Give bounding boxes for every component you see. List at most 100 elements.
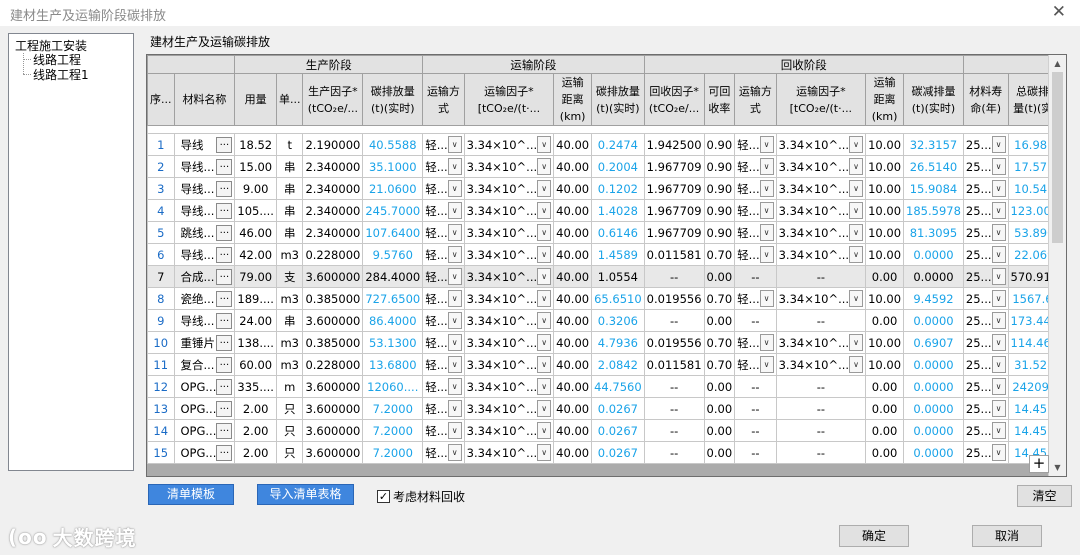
material-life-select[interactable]: 25... ∨ xyxy=(962,375,1009,398)
production-factor-cell[interactable]: 3.600000 xyxy=(302,441,364,464)
material-name-cell[interactable]: 导线...... xyxy=(173,177,236,200)
chevron-down-icon[interactable]: ∨ xyxy=(849,136,864,153)
material-life-select[interactable]: 25... ∨ xyxy=(962,419,1009,442)
recycle-transport-factor-select[interactable]: 3.34×10^... ∨ xyxy=(775,287,867,310)
row-seq[interactable]: 15 xyxy=(147,441,175,464)
recycle-transport-factor-select[interactable]: -- xyxy=(775,441,867,464)
quantity-cell[interactable]: 2.00 xyxy=(234,441,277,464)
production-emission-cell[interactable]: 9.5760 xyxy=(362,243,424,266)
production-factor-cell[interactable]: 0.385000 xyxy=(302,287,364,310)
transport-distance-cell[interactable]: 40.00 xyxy=(553,331,593,354)
scrollbar-thumb[interactable] xyxy=(1052,72,1063,243)
quantity-cell[interactable]: 15.00 xyxy=(234,155,277,178)
production-factor-cell[interactable]: 3.600000 xyxy=(302,265,364,288)
material-name-cell[interactable]: 导线...... xyxy=(173,199,236,222)
ellipsis-icon[interactable]: ... xyxy=(216,290,233,307)
chevron-down-icon[interactable]: ∨ xyxy=(991,268,1006,285)
chevron-down-icon[interactable]: ∨ xyxy=(447,136,462,153)
recycle-transport-factor-select[interactable]: 3.34×10^... ∨ xyxy=(775,199,867,222)
transport-distance-cell[interactable]: 40.00 xyxy=(553,243,593,266)
table-row[interactable]: 4 导线...... 105.... 串 2.340000 245.7000 轻... ∨ 3.… xyxy=(147,199,1066,222)
recycle-transport-factor-select[interactable]: -- xyxy=(775,397,867,420)
material-life-select[interactable]: 25... ∨ xyxy=(962,155,1009,178)
col-header-transport-factor[interactable]: 运输因子*[tCO₂e/(t·... xyxy=(463,73,555,126)
transport-mode-select[interactable]: 轻... ∨ xyxy=(422,243,465,266)
recycle-checkbox[interactable]: ✓ xyxy=(377,490,390,503)
vertical-scrollbar[interactable]: ▲ ▼ xyxy=(1048,55,1066,476)
production-emission-cell[interactable]: 727.6500 xyxy=(362,287,424,310)
transport-factor-select[interactable]: 3.34×10^... ∨ xyxy=(463,309,555,332)
chevron-down-icon[interactable]: ∨ xyxy=(537,312,552,329)
transport-mode-select[interactable]: 轻... ∨ xyxy=(422,265,465,288)
recycle-factor-cell[interactable]: 1.967709 xyxy=(643,221,705,244)
chevron-down-icon[interactable]: ∨ xyxy=(991,202,1006,219)
transport-emission-cell[interactable]: 0.2004 xyxy=(591,155,645,178)
chevron-down-icon[interactable]: ∨ xyxy=(537,246,552,263)
chevron-down-icon[interactable]: ∨ xyxy=(537,224,552,241)
scroll-up-icon[interactable]: ▲ xyxy=(1049,55,1066,72)
chevron-down-icon[interactable]: ∨ xyxy=(991,246,1006,263)
table-row[interactable]: 10 重锤片... 138.... m3 0.385000 53.1300 轻... ∨ 3.3… xyxy=(147,331,1066,354)
recycle-transport-mode-select[interactable]: -- xyxy=(734,309,777,332)
col-header-recycle-transport-mode[interactable]: 运输方式 xyxy=(734,73,777,126)
material-life-select[interactable]: 25... ∨ xyxy=(962,221,1009,244)
recycle-factor-cell[interactable]: -- xyxy=(643,397,705,420)
material-name-cell[interactable]: 瓷绝...... xyxy=(173,287,236,310)
emission-reduction-cell[interactable]: 0.0000 xyxy=(903,397,964,420)
recycle-transport-factor-select[interactable]: 3.34×10^... ∨ xyxy=(775,243,867,266)
recycle-transport-mode-select[interactable]: 轻... ∨ xyxy=(734,177,777,200)
recycle-transport-mode-select[interactable]: 轻... ∨ xyxy=(734,243,777,266)
production-emission-cell[interactable]: 284.4000 xyxy=(362,265,424,288)
unit-cell[interactable]: 只 xyxy=(275,441,304,464)
production-emission-cell[interactable]: 86.4000 xyxy=(362,309,424,332)
row-seq[interactable]: 5 xyxy=(147,221,175,244)
chevron-down-icon[interactable]: ∨ xyxy=(991,422,1006,439)
col-header-quantity[interactable]: 用量 xyxy=(234,73,277,126)
ellipsis-icon[interactable]: ... xyxy=(216,246,233,263)
quantity-cell[interactable]: 42.00 xyxy=(234,243,277,266)
recycle-distance-cell[interactable]: 0.00 xyxy=(865,375,905,398)
production-emission-cell[interactable]: 53.1300 xyxy=(362,331,424,354)
quantity-cell[interactable]: 24.00 xyxy=(234,309,277,332)
recycle-rate-cell[interactable]: 0.70 xyxy=(703,331,736,354)
emission-reduction-cell[interactable]: 81.3095 xyxy=(903,221,964,244)
transport-factor-select[interactable]: 3.34×10^... ∨ xyxy=(463,441,555,464)
transport-distance-cell[interactable]: 40.00 xyxy=(553,155,593,178)
material-name-cell[interactable]: 复合...... xyxy=(173,353,236,376)
recycle-rate-cell[interactable]: 0.00 xyxy=(703,265,736,288)
transport-distance-cell[interactable]: 40.00 xyxy=(553,419,593,442)
col-header-recycle-rate[interactable]: 可回收率 xyxy=(703,73,736,126)
material-life-select[interactable]: 25... ∨ xyxy=(962,177,1009,200)
transport-mode-select[interactable]: 轻... ∨ xyxy=(422,177,465,200)
emission-reduction-cell[interactable]: 9.4592 xyxy=(903,287,964,310)
recycle-transport-mode-select[interactable]: 轻... ∨ xyxy=(734,155,777,178)
chevron-down-icon[interactable]: ∨ xyxy=(447,312,462,329)
chevron-down-icon[interactable]: ∨ xyxy=(447,180,462,197)
transport-distance-cell[interactable]: 40.00 xyxy=(553,133,593,156)
list-template-button[interactable]: 清单模板 xyxy=(148,484,234,505)
transport-mode-select[interactable]: 轻... ∨ xyxy=(422,353,465,376)
transport-factor-select[interactable]: 3.34×10^... ∨ xyxy=(463,331,555,354)
unit-cell[interactable]: 串 xyxy=(275,309,304,332)
production-emission-cell[interactable]: 12060.... xyxy=(362,375,424,398)
recycle-transport-mode-select[interactable]: 轻... ∨ xyxy=(734,221,777,244)
cancel-button[interactable]: 取消 xyxy=(972,525,1042,547)
chevron-down-icon[interactable]: ∨ xyxy=(537,356,552,373)
chevron-down-icon[interactable]: ∨ xyxy=(849,180,864,197)
emission-reduction-cell[interactable]: 0.0000 xyxy=(903,441,964,464)
production-emission-cell[interactable]: 7.2000 xyxy=(362,441,424,464)
recycle-factor-cell[interactable]: -- xyxy=(643,375,705,398)
transport-factor-select[interactable]: 3.34×10^... ∨ xyxy=(463,155,555,178)
production-factor-cell[interactable]: 3.600000 xyxy=(302,419,364,442)
recycle-factor-cell[interactable]: -- xyxy=(643,441,705,464)
window-close-button[interactable]: ✕ xyxy=(1052,2,1066,22)
add-row-button[interactable]: + xyxy=(1029,455,1049,473)
recycle-factor-cell[interactable]: 1.967709 xyxy=(643,155,705,178)
chevron-down-icon[interactable]: ∨ xyxy=(537,400,552,417)
col-header-material-name[interactable]: 材料名称 xyxy=(173,73,236,126)
chevron-down-icon[interactable]: ∨ xyxy=(447,444,462,461)
transport-emission-cell[interactable]: 4.7936 xyxy=(591,331,645,354)
chevron-down-icon[interactable]: ∨ xyxy=(759,202,774,219)
recycle-transport-factor-select[interactable]: -- xyxy=(775,309,867,332)
recycle-rate-cell[interactable]: 0.70 xyxy=(703,243,736,266)
